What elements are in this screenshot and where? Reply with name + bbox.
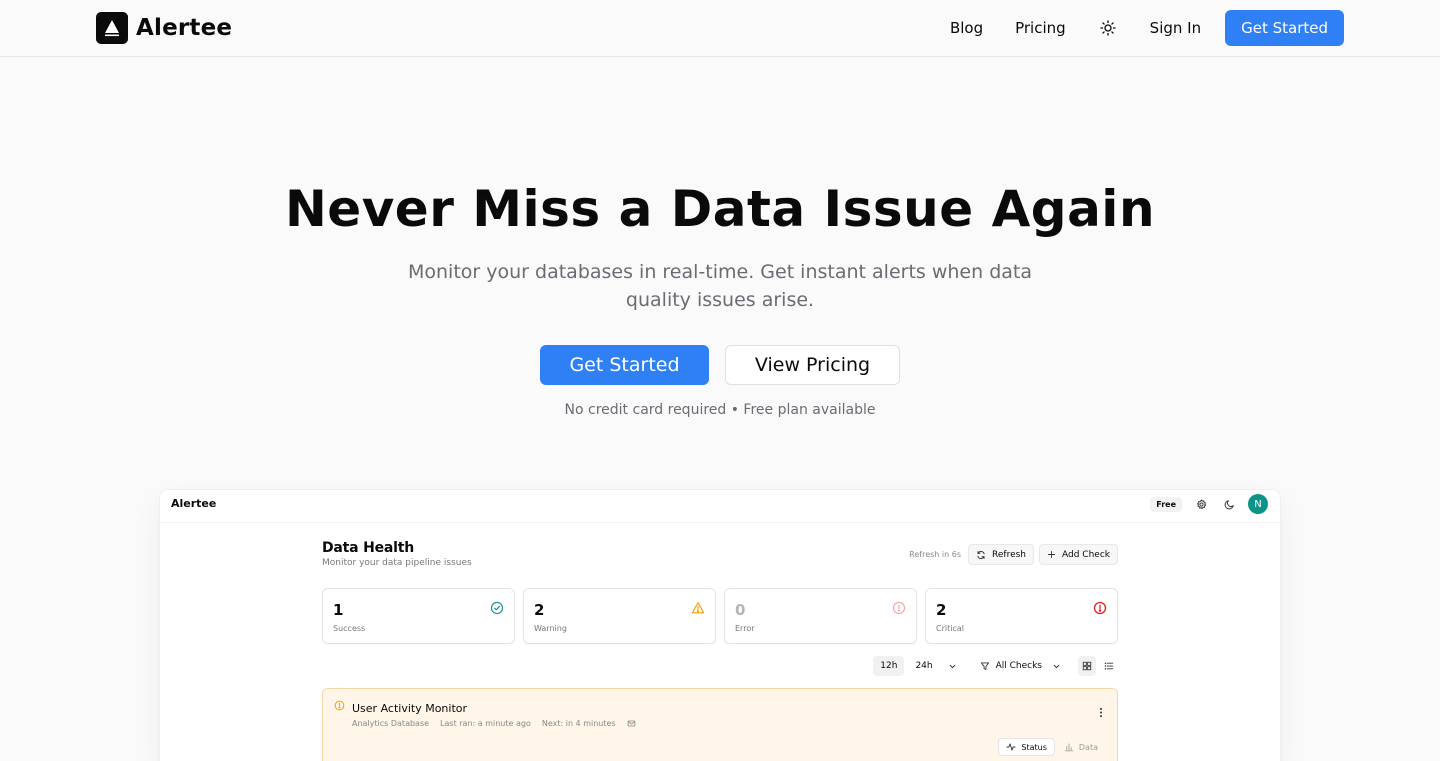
logo-icon: [96, 12, 128, 44]
monitor-last-ran: Last ran: a minute ago: [440, 719, 531, 728]
top-navbar: Alertee Blog Pricing Sign In Get Started: [0, 0, 1440, 57]
monitor-tabs: Status Data: [998, 738, 1105, 756]
refresh-label: Refresh: [992, 549, 1027, 560]
stat-count: 2: [534, 601, 545, 619]
activity-icon: [1006, 743, 1016, 751]
stat-label: Error: [735, 624, 755, 633]
list-view-icon[interactable]: [1100, 656, 1118, 676]
check-circle-icon: [490, 601, 504, 615]
nav-link-blog[interactable]: Blog: [934, 10, 999, 46]
app-preview: Alertee Free N Data Health Monitor your …: [160, 490, 1280, 761]
tab-data-label: Data: [1078, 742, 1098, 752]
add-check-button[interactable]: Add Check: [1039, 544, 1118, 565]
monitor-meta: Analytics Database Last ran: a minute ag…: [352, 719, 636, 728]
preview-topbar-actions: Free N: [1150, 493, 1268, 515]
monitor-database: Analytics Database: [352, 719, 430, 728]
stat-label: Warning: [534, 624, 567, 633]
preview-main: Data Health Monitor your data pipeline i…: [322, 540, 1118, 761]
stat-card-critical[interactable]: 2 Critical: [925, 588, 1118, 644]
add-check-label: Add Check: [1062, 549, 1110, 560]
bar-chart-icon: [1064, 743, 1074, 752]
stat-count: 2: [936, 601, 947, 619]
filter-bar: 12h 24h All Checks: [873, 656, 1118, 676]
grid-view-icon[interactable]: [1078, 656, 1096, 676]
stat-card-warning[interactable]: 2 Warning: [523, 588, 716, 644]
stat-card-error[interactable]: 0 Error: [724, 588, 917, 644]
stat-card-success[interactable]: 1 Success: [322, 588, 515, 644]
warning-triangle-icon: [691, 602, 705, 614]
critical-alert-icon: [1093, 601, 1107, 615]
view-pricing-button[interactable]: View Pricing: [725, 345, 900, 385]
mail-icon: [627, 720, 635, 727]
tab-status[interactable]: Status: [998, 738, 1055, 756]
refresh-icon: [977, 550, 985, 559]
hero-note: No credit card required • Free plan avai…: [564, 402, 876, 418]
preview-topbar: Alertee Free N: [160, 490, 1280, 523]
monitor-title: User Activity Monitor: [352, 702, 468, 715]
monitor-card[interactable]: User Activity Monitor Analytics Database…: [322, 688, 1118, 761]
stat-label: Success: [333, 624, 366, 633]
preview-brand: Alertee: [171, 497, 217, 510]
nav-link-pricing[interactable]: Pricing: [999, 10, 1082, 46]
refresh-button[interactable]: Refresh: [968, 544, 1035, 565]
chevron-down-icon[interactable]: [944, 656, 961, 676]
sun-icon[interactable]: [1090, 10, 1126, 46]
nav-actions: Blog Pricing Sign In Get Started: [934, 10, 1344, 46]
gear-icon[interactable]: [1192, 495, 1210, 513]
chevron-down-icon: [1053, 664, 1060, 668]
hero-buttons: Get Started View Pricing: [0, 345, 1440, 385]
range-24h-toggle[interactable]: 24h: [908, 656, 939, 676]
range-12h-toggle[interactable]: 12h: [873, 656, 905, 676]
stat-count: 0: [735, 601, 746, 619]
brand-name: Alertee: [136, 15, 233, 41]
more-options-icon[interactable]: [1099, 703, 1103, 722]
stat-label: Critical: [936, 624, 964, 633]
hero-get-started-button[interactable]: Get Started: [540, 345, 709, 385]
plus-icon: [1047, 550, 1056, 559]
warning-circle-icon: [334, 700, 345, 711]
tab-data[interactable]: Data: [1057, 738, 1105, 756]
all-checks-filter[interactable]: All Checks: [973, 656, 1068, 676]
hero-subtitle: Monitor your databases in real-time. Get…: [408, 261, 1032, 311]
tab-status-label: Status: [1021, 742, 1047, 752]
status-cards: 1 Success 2 Warning 0 Error 2 Critical: [322, 588, 1118, 644]
plan-badge: Free: [1150, 496, 1182, 512]
brand[interactable]: Alertee: [96, 12, 232, 44]
monitor-next-run: Next: in 4 minutes: [541, 719, 616, 728]
hero-title: Never Miss a Data Issue Again: [284, 180, 1156, 238]
filter-icon: [980, 662, 989, 670]
sign-in-link[interactable]: Sign In: [1134, 10, 1217, 46]
page-actions: Refresh in 6s Refresh Add Check: [909, 544, 1118, 565]
get-started-button[interactable]: Get Started: [1225, 10, 1344, 46]
stat-count: 1: [333, 601, 344, 619]
all-checks-label: All Checks: [995, 661, 1042, 671]
refresh-countdown: Refresh in 6s: [909, 550, 962, 559]
alert-circle-icon: [892, 601, 906, 615]
avatar[interactable]: N: [1248, 494, 1268, 514]
moon-icon[interactable]: [1220, 495, 1238, 513]
